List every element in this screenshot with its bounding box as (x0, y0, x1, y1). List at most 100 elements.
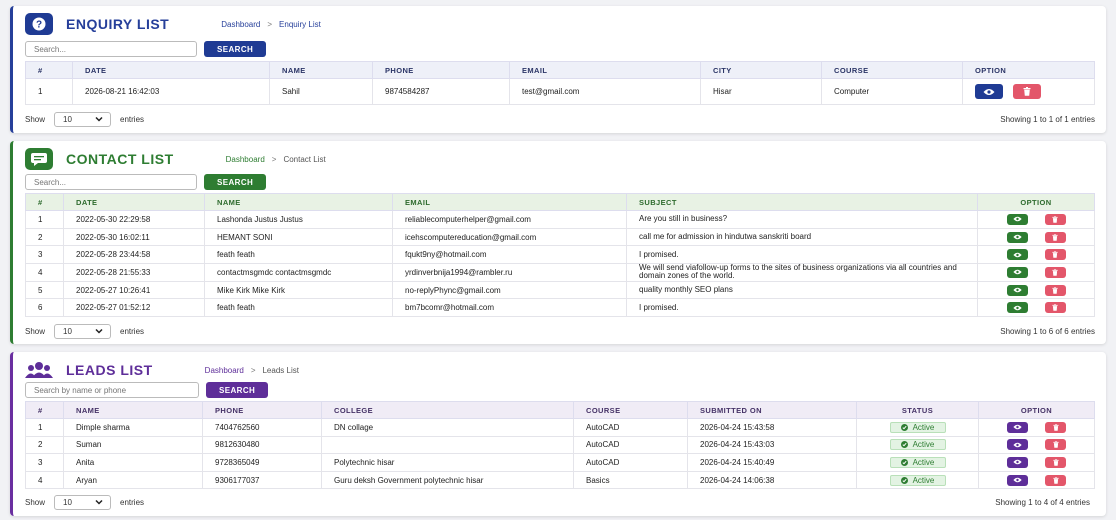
view-button[interactable] (1006, 249, 1028, 261)
row-phone: 9812630480 (202, 435, 322, 455)
view-button[interactable] (1007, 421, 1028, 433)
view-button[interactable] (1006, 266, 1028, 278)
column-header: EMAIL (509, 61, 701, 79)
enquiry-header: ? ENQUIRY LIST Dashboard > Enquiry List (25, 11, 321, 37)
trash-icon (1052, 476, 1059, 484)
entries-select[interactable]: 10 (54, 495, 112, 510)
search-bar: SEARCH (25, 41, 267, 57)
delete-button[interactable] (1045, 421, 1066, 433)
row-number: 2 (25, 435, 64, 455)
row-options (977, 280, 1095, 300)
row-options (977, 210, 1095, 229)
trash-icon (1052, 304, 1058, 312)
status-badge: Active (889, 474, 946, 486)
column-header: OPTION (977, 193, 1095, 211)
chat-icon (25, 148, 53, 170)
delete-button[interactable] (1044, 284, 1066, 296)
breadcrumb: Dashboard > Enquiry List (221, 19, 321, 29)
delete-button[interactable] (1044, 249, 1066, 261)
row-status: Active (856, 435, 979, 455)
breadcrumb-dashboard-link[interactable]: Dashboard (205, 366, 244, 375)
column-header: COURSE (573, 401, 688, 419)
view-button[interactable] (975, 84, 1003, 99)
row-date: 2026-08-21 16:42:03 (72, 78, 270, 105)
row-subject: call me for admission in hindutwa sanskr… (626, 227, 978, 247)
view-button[interactable] (1006, 302, 1028, 314)
entries-select[interactable]: 10 (54, 324, 112, 339)
trash-icon (1052, 286, 1058, 294)
row-subject: We will send viafollow-up forms to the s… (626, 263, 978, 282)
row-course: AutoCAD (573, 435, 688, 455)
pagination-info: Showing 1 to 6 of 6 entries (1000, 327, 1095, 336)
row-number: 1 (25, 418, 64, 437)
status-badge: Active (889, 456, 946, 468)
trash-icon (1052, 441, 1059, 449)
row-phone: 9728365049 (202, 453, 322, 472)
check-circle-icon (900, 423, 908, 431)
search-button[interactable]: SEARCH (204, 174, 267, 190)
row-submitted: 2026-04-24 15:43:03 (687, 435, 857, 455)
delete-button[interactable] (1044, 213, 1066, 225)
delete-button[interactable] (1044, 231, 1066, 243)
search-input[interactable] (25, 174, 197, 190)
view-button[interactable] (1007, 456, 1028, 468)
table-row: 4 Aryan 9306177037 Guru deksh Government po… (25, 470, 1095, 490)
view-button[interactable] (1006, 231, 1028, 243)
row-options (978, 418, 1095, 437)
row-college: Guru deksh Government polytechnic hisar (321, 470, 574, 490)
search-input[interactable] (25, 41, 197, 57)
view-button[interactable] (1006, 213, 1028, 225)
delete-button[interactable] (1045, 474, 1066, 486)
row-subject: quality monthly SEO plans (626, 280, 978, 300)
breadcrumb-current: Contact List (283, 154, 326, 164)
view-button[interactable] (1007, 439, 1028, 451)
row-name: feath feath (204, 245, 393, 265)
eye-icon (1013, 425, 1022, 430)
row-name: feath feath (204, 298, 393, 318)
delete-button[interactable] (1045, 439, 1066, 451)
column-header: PHONE (202, 401, 322, 419)
delete-button[interactable] (1044, 302, 1066, 314)
page-title: ENQUIRY LIST (66, 16, 170, 32)
delete-button[interactable] (1013, 84, 1041, 99)
column-header: NAME (269, 61, 373, 79)
row-phone: 9874584287 (372, 78, 510, 105)
row-submitted: 2026-04-24 15:40:49 (687, 453, 857, 472)
row-status: Active (856, 453, 979, 472)
search-button[interactable]: SEARCH (206, 382, 269, 398)
row-number: 4 (25, 470, 64, 490)
row-number: 3 (25, 245, 64, 265)
row-date: 2022-05-27 10:26:41 (63, 280, 205, 300)
enquiry-table: # DATE NAME PHONE EMAIL CITY COURSE OPTI… (25, 61, 1095, 105)
view-button[interactable] (1007, 474, 1028, 486)
row-city: Hisar (700, 78, 822, 105)
entries-select[interactable]: 10 (54, 112, 112, 127)
table-row: 4 2022-05-28 21:55:33 contactmsgmdc contac… (25, 263, 1095, 282)
row-options (978, 470, 1095, 490)
breadcrumb-dashboard-link[interactable]: Dashboard (226, 155, 265, 164)
contact-table: # DATE NAME EMAIL SUBJECT OPTION 1 2022-0… (25, 193, 1095, 318)
row-date: 2022-05-30 16:02:11 (63, 227, 205, 247)
breadcrumb-dashboard-link[interactable]: Dashboard (221, 20, 260, 29)
eye-icon (1012, 234, 1022, 240)
row-email: fqukt9ny@hotmail.com (392, 245, 627, 265)
row-subject: Are you still in business? (626, 210, 978, 229)
contact-header: CONTACT LIST Dashboard > Contact List (25, 146, 326, 172)
search-input[interactable] (25, 382, 199, 398)
row-phone: 7404762560 (202, 418, 322, 437)
entries-label: entries (120, 115, 145, 124)
search-bar: SEARCH (25, 174, 267, 190)
row-number: 2 (25, 227, 64, 247)
delete-button[interactable] (1045, 456, 1066, 468)
entries-label: entries (120, 327, 145, 336)
check-circle-icon (900, 441, 908, 449)
column-header: CITY (700, 61, 822, 79)
view-button[interactable] (1006, 284, 1028, 296)
table-header-row: # DATE NAME PHONE EMAIL CITY COURSE OPTI… (25, 61, 1095, 79)
delete-button[interactable] (1044, 266, 1066, 278)
eye-icon (1013, 442, 1022, 448)
column-header: # (25, 61, 73, 79)
row-subject: I promised. (626, 298, 978, 318)
row-name: Lashonda Justus Justus (204, 210, 393, 229)
search-button[interactable]: SEARCH (204, 41, 267, 57)
